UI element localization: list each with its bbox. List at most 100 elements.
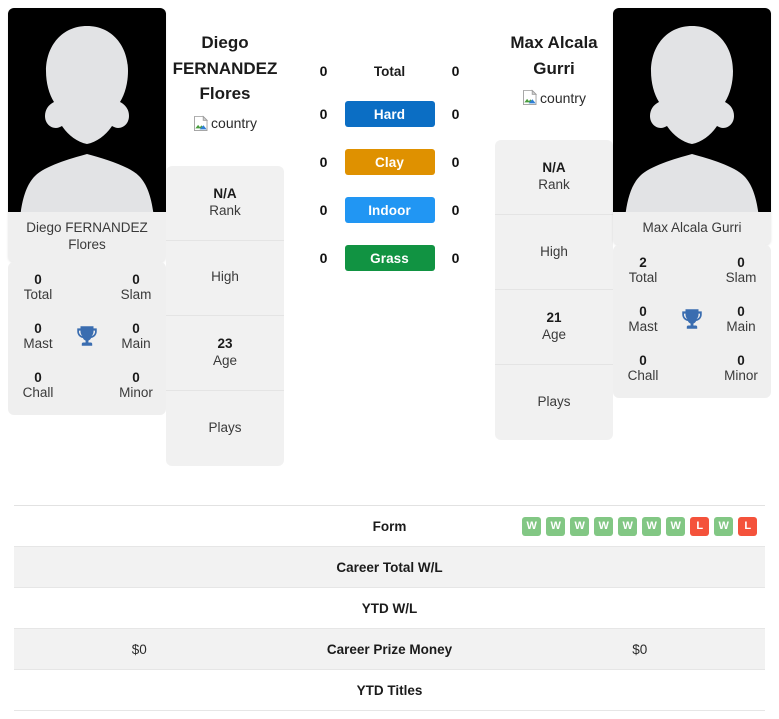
left-player-country-flag: country bbox=[193, 114, 257, 132]
left-player-name: Diego FERNANDEZ Flores bbox=[173, 30, 278, 107]
left-player-name-line-2: FERNANDEZ bbox=[172, 58, 278, 78]
right-trophy-minor: 0 Minor bbox=[724, 352, 758, 384]
h2h-clay-left-score: 0 bbox=[319, 154, 328, 170]
surface-badge-hard[interactable]: Hard bbox=[344, 101, 435, 127]
right-trophy-main: 0 Main bbox=[726, 303, 756, 335]
right-info-plays: Plays bbox=[537, 394, 571, 410]
form-badge: W bbox=[522, 516, 542, 536]
h2h-hard-left-score: 0 bbox=[319, 106, 328, 122]
right-player-name-line-2: Gurri bbox=[533, 58, 575, 78]
left-trophy-slam: 0 Slam bbox=[120, 271, 152, 303]
left-player-trophy-card: 0 Total 0 Slam 0 Mast 0 Main 0 Chall 0 M… bbox=[8, 261, 166, 415]
trophy-icon bbox=[669, 306, 715, 332]
h2h-clay-right-score: 0 bbox=[451, 154, 460, 170]
form-badge: W bbox=[618, 516, 638, 536]
right-player-info-column: Max Alcala Gurri country N/A Rank High 2… bbox=[495, 8, 613, 440]
left-trophy-mast: 0 Mast bbox=[23, 320, 53, 352]
form-badge: W bbox=[570, 516, 590, 536]
stats-row-career-total-wl: Career Total W/L bbox=[14, 547, 765, 588]
player-comparison-page: Diego FERNANDEZ Flores 0 Total 0 Slam 0 bbox=[0, 0, 779, 719]
comparison-header: Diego FERNANDEZ Flores 0 Total 0 Slam 0 bbox=[0, 0, 779, 497]
stats-row-career-prize-money-left: $0 bbox=[131, 641, 147, 657]
left-info-age: 23 Age bbox=[166, 316, 284, 391]
left-info-plays: Plays bbox=[208, 419, 242, 435]
left-player-photo bbox=[8, 8, 166, 212]
right-trophy-total: 2 Total bbox=[628, 254, 658, 286]
broken-image-icon bbox=[523, 89, 538, 105]
h2h-row-grass: 0 Grass 0 bbox=[311, 245, 469, 271]
h2h-grass-right-score: 0 bbox=[451, 250, 460, 266]
form-badge: L bbox=[690, 516, 710, 536]
h2h-total-left-score: 0 bbox=[319, 63, 328, 79]
left-country-alt-text: country bbox=[211, 115, 257, 131]
stats-row-ytd-wl: YTD W/L bbox=[14, 588, 765, 629]
left-player-photo-card[interactable]: Diego FERNANDEZ Flores bbox=[8, 8, 166, 262]
left-player-name-line-3: Flores bbox=[199, 84, 251, 103]
left-info-rank: N/A Rank bbox=[166, 166, 284, 241]
trophy-icon bbox=[64, 323, 110, 349]
right-player-photo-caption: Max Alcala Gurri bbox=[642, 220, 742, 235]
comparison-stats-table: Form WWWWWWWLWL Career Total W/L YTD W/L… bbox=[14, 505, 765, 711]
stats-row-form: Form WWWWWWWLWL bbox=[14, 506, 765, 547]
right-info-rank: N/A Rank bbox=[495, 140, 613, 215]
left-info-high: High bbox=[166, 241, 284, 316]
h2h-row-hard: 0 Hard 0 bbox=[311, 101, 469, 127]
head-to-head-column: 0 Total 0 0 Hard 0 0 Clay 0 0 Indoor 0 0 bbox=[284, 8, 495, 271]
right-form-badges: WWWWWWWLWL bbox=[515, 516, 766, 536]
form-badge: W bbox=[642, 516, 662, 536]
left-player-name-line-1: Diego bbox=[201, 33, 249, 52]
broken-image-icon bbox=[194, 114, 209, 131]
h2h-grass-left-score: 0 bbox=[319, 250, 328, 266]
h2h-row-clay: 0 Clay 0 bbox=[311, 149, 469, 175]
trophy-icon-glyph bbox=[682, 309, 702, 330]
right-player-name: Max Alcala Gurri bbox=[510, 30, 597, 81]
stats-row-ytd-titles: YTD Titles bbox=[14, 670, 765, 711]
form-badge: W bbox=[546, 516, 566, 536]
form-badge: L bbox=[738, 516, 758, 536]
left-player-column: Diego FERNANDEZ Flores 0 Total 0 Slam 0 bbox=[8, 8, 166, 415]
surface-badge-grass[interactable]: Grass bbox=[344, 245, 435, 271]
right-country-alt-text: country bbox=[540, 89, 586, 106]
stats-row-career-prize-money: $0 Career Prize Money $0 bbox=[14, 629, 765, 670]
right-player-country-flag: country bbox=[522, 89, 586, 106]
surface-badge-clay[interactable]: Clay bbox=[344, 149, 435, 175]
h2h-hard-right-score: 0 bbox=[451, 106, 460, 122]
h2h-total-right-score: 0 bbox=[451, 63, 460, 79]
form-badge: W bbox=[714, 516, 734, 536]
left-trophy-total: 0 Total bbox=[23, 271, 53, 303]
h2h-total-label: Total bbox=[373, 63, 406, 79]
right-player-trophy-card: 2 Total 0 Slam 0 Mast 0 Main 0 Chall 0 M… bbox=[613, 244, 771, 398]
stats-row-career-total-wl-label: Career Total W/L bbox=[336, 559, 443, 575]
trophy-icon-glyph bbox=[77, 326, 97, 347]
stats-row-career-prize-money-label: Career Prize Money bbox=[326, 641, 453, 657]
h2h-row-indoor: 0 Indoor 0 bbox=[311, 197, 469, 223]
right-trophy-mast: 0 Mast bbox=[628, 303, 658, 335]
right-player-photo-card[interactable]: Max Alcala Gurri bbox=[613, 8, 771, 245]
h2h-indoor-left-score: 0 bbox=[319, 202, 328, 218]
right-info-high: High bbox=[495, 215, 613, 290]
right-trophy-slam: 0 Slam bbox=[725, 254, 757, 286]
h2h-row-total: 0 Total 0 bbox=[311, 63, 469, 79]
stats-row-form-right: WWWWWWWLWL bbox=[515, 516, 766, 536]
right-player-info-card: N/A Rank High 21 Age Plays bbox=[495, 140, 613, 440]
right-trophy-chall: 0 Chall bbox=[627, 352, 659, 384]
avatar-silhouette-icon bbox=[20, 26, 154, 212]
left-trophy-main: 0 Main bbox=[121, 320, 151, 352]
surface-badge-indoor[interactable]: Indoor bbox=[344, 197, 435, 223]
left-trophy-chall: 0 Chall bbox=[22, 369, 54, 401]
avatar-silhouette-icon bbox=[625, 26, 759, 212]
form-badge: W bbox=[594, 516, 614, 536]
h2h-indoor-right-score: 0 bbox=[451, 202, 460, 218]
stats-row-ytd-titles-label: YTD Titles bbox=[356, 682, 423, 698]
right-info-age: 21 Age bbox=[495, 290, 613, 365]
stats-row-ytd-wl-label: YTD W/L bbox=[361, 600, 418, 616]
left-player-photo-caption: Diego FERNANDEZ Flores bbox=[26, 220, 148, 252]
form-badge: W bbox=[666, 516, 686, 536]
right-player-name-line-1: Max Alcala bbox=[510, 33, 598, 52]
left-player-info-column: Diego FERNANDEZ Flores country N/A Rank bbox=[166, 8, 284, 466]
left-trophy-minor: 0 Minor bbox=[119, 369, 153, 401]
left-player-info-card: N/A Rank High 23 Age Plays bbox=[166, 165, 284, 466]
stats-row-form-label: Form bbox=[372, 518, 407, 534]
stats-row-career-prize-money-right: $0 bbox=[632, 641, 648, 657]
right-player-column: Max Alcala Gurri 2 Total 0 Slam 0 Mast 0… bbox=[613, 8, 771, 398]
